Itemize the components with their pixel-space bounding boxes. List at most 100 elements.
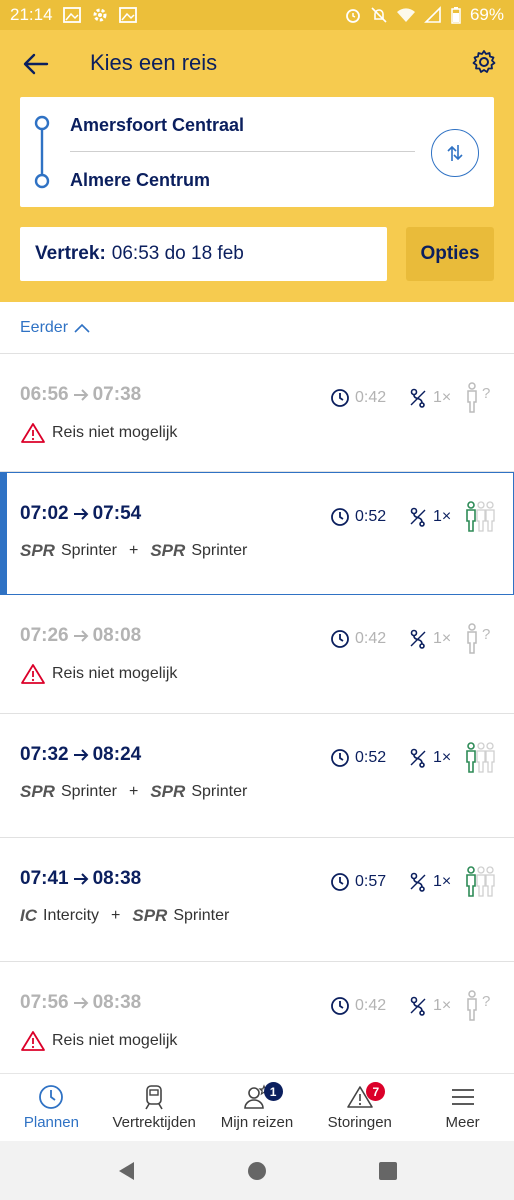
trip-status: Reis niet mogelijk — [52, 665, 178, 682]
nav-recents-icon[interactable] — [378, 1161, 398, 1181]
trip-times: 07:02 07:54 — [20, 503, 141, 525]
leg-category: SPR — [20, 541, 55, 560]
trip-transfers: 1× — [433, 997, 452, 1014]
nav-back-icon[interactable] — [116, 1160, 136, 1182]
trip-warning: Reis niet mogelijk — [20, 422, 177, 444]
gallery-icon-2 — [118, 6, 137, 24]
leg-name: Sprinter — [60, 783, 117, 800]
arrow-right-icon — [73, 630, 89, 642]
trip-times: 07:32 08:24 — [20, 744, 141, 766]
arrow-left-icon — [23, 53, 49, 75]
svg-text:?: ? — [482, 385, 490, 402]
leg-category: SPR — [20, 782, 55, 801]
trip-times: 07:41 08:38 — [20, 868, 141, 890]
trip-duration: 0:52 — [355, 508, 387, 525]
tab-label: Meer — [445, 1114, 480, 1131]
trip-arrive: 08:08 — [92, 625, 142, 646]
tab-mijn-reizen[interactable]: 1 Mijn reizen — [206, 1074, 309, 1141]
trip-row[interactable]: 07:32 08:24 0:52 1× SPR Sprinter + SPR S… — [0, 714, 514, 838]
departure-time-field[interactable]: Vertrek: 06:53 do 18 feb — [20, 227, 387, 281]
route-line-icon — [34, 115, 50, 189]
status-bar: 21:14 69% — [0, 0, 514, 30]
trip-transfers: 1× — [433, 749, 452, 766]
svg-text:?: ? — [482, 626, 490, 643]
clock-icon — [331, 389, 349, 407]
trip-duration: 0:42 — [355, 630, 387, 647]
train-icon — [145, 1085, 163, 1110]
transfer-icon — [410, 507, 426, 527]
clock-icon — [39, 1085, 64, 1109]
crowd-unknown-icon: ? — [467, 382, 490, 413]
trip-transfers: 1× — [433, 873, 452, 890]
gear-icon — [472, 50, 496, 73]
tab-vertrektijden[interactable]: Vertrektijden — [103, 1074, 206, 1141]
trip-meta: 0:42 1× ? — [330, 623, 494, 655]
mute-icon — [370, 6, 388, 24]
trip-row-selected[interactable]: 07:02 07:54 0:52 1× SPR Sprinter + SPR S… — [0, 472, 514, 595]
leg-name: Intercity — [43, 907, 100, 924]
to-station[interactable]: Almere Centrum — [70, 170, 210, 191]
wifi-icon — [396, 6, 416, 24]
leg-name: Sprinter — [191, 542, 248, 559]
arrow-right-icon — [73, 873, 89, 885]
trip-duration: 0:57 — [355, 873, 387, 890]
trip-duration: 0:42 — [355, 997, 387, 1014]
route-card: Amersfoort Centraal Almere Centrum — [20, 97, 494, 207]
departure-label: Vertrek: — [35, 243, 106, 264]
battery-percent: 69% — [469, 5, 504, 24]
leg-category: SPR — [150, 541, 186, 560]
crowd-low-icon — [466, 501, 495, 532]
trip-row[interactable]: 07:41 08:38 0:57 1× IC Intercity + SPR S… — [0, 838, 514, 962]
swap-stations-button[interactable] — [431, 129, 479, 177]
crowd-low-icon — [466, 866, 495, 897]
transfer-icon — [410, 996, 426, 1016]
arrow-right-icon — [73, 508, 89, 520]
trip-meta: 0:52 1× — [330, 501, 496, 533]
transfer-icon — [410, 872, 426, 892]
clock-icon — [331, 873, 349, 891]
trip-transfers: 1× — [433, 508, 452, 525]
transfer-icon — [410, 629, 426, 649]
crowd-unknown-icon: ? — [467, 990, 490, 1021]
settings-button[interactable] — [468, 46, 500, 78]
trip-meta: 0:42 1× ? — [330, 382, 494, 414]
gear-small-icon — [91, 6, 109, 24]
svg-text:?: ? — [482, 993, 490, 1010]
trip-status: Reis niet mogelijk — [52, 424, 178, 441]
trip-depart: 07:02 — [20, 503, 69, 524]
route-divider — [70, 151, 415, 152]
trip-times: 06:56 07:38 — [20, 384, 141, 406]
tab-storingen[interactable]: 7 Storingen — [308, 1074, 411, 1141]
trip-arrive: 07:38 — [92, 384, 142, 405]
notification-badge: 7 — [366, 1082, 386, 1101]
tab-meer[interactable]: Meer — [411, 1074, 514, 1141]
tab-label: Vertrektijden — [112, 1114, 196, 1131]
trip-row[interactable]: 07:56 08:38 0:42 1× ? Reis niet mogelijk — [0, 962, 514, 1073]
from-station[interactable]: Amersfoort Centraal — [70, 115, 244, 136]
trip-duration: 0:52 — [355, 749, 387, 766]
trip-arrive: 08:24 — [92, 744, 142, 765]
transfer-icon — [410, 388, 426, 408]
trip-meta: 0:42 1× ? — [330, 990, 494, 1022]
system-nav-bar — [0, 1141, 514, 1200]
clock-icon — [331, 630, 349, 648]
options-button[interactable]: Opties — [406, 227, 494, 281]
tab-plannen[interactable]: Plannen — [0, 1074, 103, 1141]
tab-label: Storingen — [327, 1114, 392, 1131]
warning-icon — [21, 423, 45, 443]
crowd-unknown-icon: ? — [467, 623, 490, 654]
tab-label: Mijn reizen — [220, 1114, 294, 1131]
trip-row[interactable]: 06:56 07:38 0:42 1× ? Reis niet mogelijk — [0, 354, 514, 472]
nav-home-icon[interactable] — [247, 1161, 267, 1181]
clock-icon — [331, 749, 349, 767]
notification-badge: 1 — [263, 1082, 283, 1101]
trip-depart: 06:56 — [20, 384, 69, 405]
leg-category: IC — [20, 906, 37, 925]
menu-icon — [451, 1089, 474, 1105]
status-time: 21:14 — [10, 5, 53, 24]
trip-row[interactable]: 07:26 08:08 0:42 1× ? Reis niet mogelijk — [0, 595, 514, 714]
back-button[interactable] — [18, 46, 54, 82]
alarm-icon — [344, 6, 362, 24]
earlier-button[interactable]: Eerder — [0, 302, 514, 354]
warning-icon — [21, 1031, 45, 1051]
